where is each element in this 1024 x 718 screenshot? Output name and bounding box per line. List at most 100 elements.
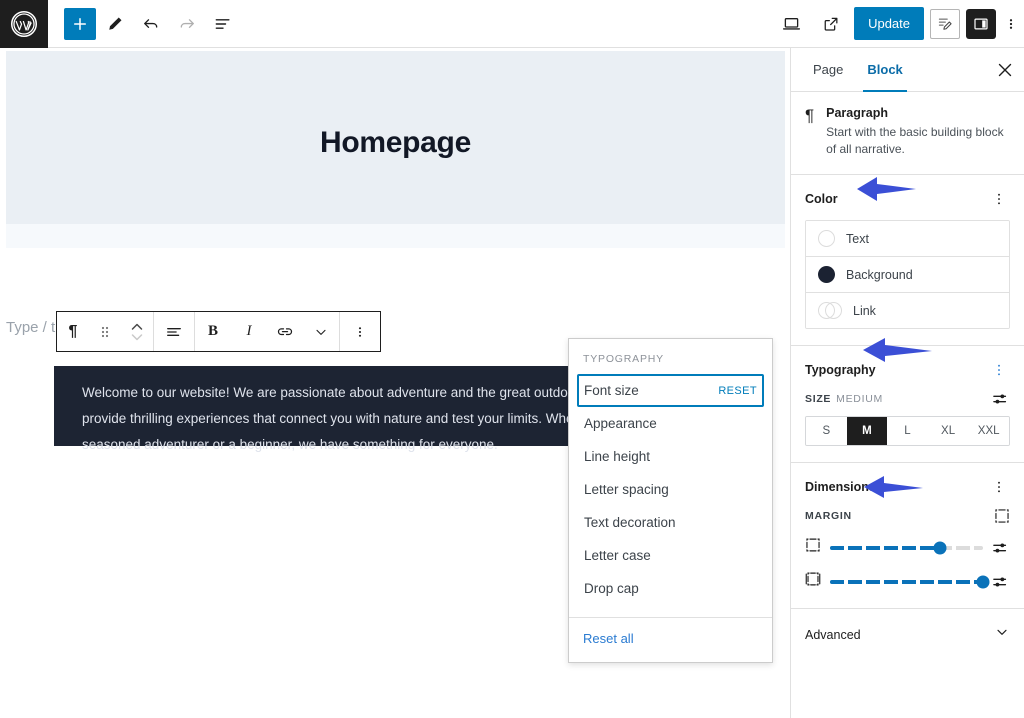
dimensions-panel-options-button[interactable] bbox=[988, 476, 1010, 498]
color-options-list: Text Background Link bbox=[805, 220, 1010, 330]
font-size-option-l[interactable]: L bbox=[887, 417, 928, 446]
color-panel-options-button[interactable] bbox=[988, 188, 1010, 210]
pilcrow-icon: ¶ bbox=[68, 322, 78, 340]
redo-button[interactable] bbox=[170, 7, 204, 41]
advanced-panel-title: Advanced bbox=[805, 627, 861, 642]
popover-item-text-decoration[interactable]: Text decoration bbox=[577, 506, 764, 539]
popover-item-label: Line height bbox=[584, 449, 651, 464]
font-size-option-xxl[interactable]: XXL bbox=[968, 417, 1009, 446]
margin-bottom-custom-toggle-button[interactable] bbox=[992, 574, 1010, 590]
margin-vertical-icon bbox=[805, 537, 821, 558]
close-icon[interactable] bbox=[990, 55, 1020, 85]
color-panel: Color Text Background Link bbox=[791, 175, 1024, 347]
tab-page[interactable]: Page bbox=[801, 48, 855, 92]
margin-sub-header: MARGIN bbox=[805, 508, 1010, 524]
drag-dots-icon bbox=[101, 326, 109, 337]
block-name-label: Paragraph bbox=[826, 106, 888, 120]
margin-top-slider-row bbox=[805, 537, 1010, 558]
wordpress-logo-icon[interactable] bbox=[0, 0, 48, 48]
sidebar-tabs: Page Block bbox=[791, 48, 1024, 92]
block-info-card: ¶ Paragraph Start with the basic buildin… bbox=[791, 92, 1024, 176]
undo-button[interactable] bbox=[134, 7, 168, 41]
color-row-text[interactable]: Text bbox=[806, 221, 1009, 258]
settings-sliders-icon bbox=[993, 577, 1007, 587]
align-text-button[interactable] bbox=[154, 312, 194, 351]
more-rich-text-button[interactable] bbox=[303, 312, 339, 351]
font-size-custom-toggle-button[interactable] bbox=[992, 391, 1010, 407]
pilcrow-icon: ¶ bbox=[805, 106, 815, 125]
hero-section[interactable]: Homepage bbox=[6, 51, 785, 224]
link-color-swatch[interactable] bbox=[818, 302, 842, 320]
add-block-button[interactable] bbox=[64, 7, 96, 40]
popover-item-label: Font size bbox=[584, 383, 639, 398]
vertical-dots-icon bbox=[998, 364, 1000, 376]
font-size-option-s[interactable]: S bbox=[806, 417, 847, 446]
popover-item-label: Letter case bbox=[584, 548, 651, 563]
link-button[interactable] bbox=[267, 312, 303, 351]
font-size-reset-link[interactable]: RESET bbox=[718, 385, 757, 397]
margin-top-custom-toggle-button[interactable] bbox=[992, 540, 1010, 556]
popover-heading: TYPOGRAPHY bbox=[583, 353, 664, 365]
popover-item-letter-spacing[interactable]: Letter spacing bbox=[577, 473, 764, 506]
document-overview-button[interactable] bbox=[206, 7, 240, 41]
drag-handle-button[interactable] bbox=[89, 312, 121, 351]
vertical-dots-icon bbox=[998, 481, 1000, 493]
popover-item-label: Drop cap bbox=[584, 581, 639, 596]
background-color-swatch[interactable] bbox=[818, 266, 835, 284]
popover-item-line-height[interactable]: Line height bbox=[577, 440, 764, 473]
block-toolbar: ¶ B I bbox=[56, 311, 381, 352]
color-row-background[interactable]: Background bbox=[806, 257, 1009, 294]
block-description: Start with the basic building block of a… bbox=[826, 125, 1004, 157]
empty-paragraph-placeholder[interactable]: Type / t bbox=[6, 318, 58, 336]
margin-bottom-slider[interactable] bbox=[830, 575, 990, 589]
dimensions-panel-title: Dimensions bbox=[805, 480, 876, 495]
popover-item-appearance[interactable]: Appearance bbox=[577, 407, 764, 440]
top-bar-left-tools bbox=[48, 7, 240, 41]
move-up-down-button[interactable] bbox=[121, 312, 153, 351]
text-color-swatch[interactable] bbox=[818, 230, 835, 248]
size-label: SIZE bbox=[805, 393, 832, 406]
settings-pencil-square-icon[interactable] bbox=[930, 8, 960, 39]
top-bar-more-options-button[interactable] bbox=[1002, 7, 1020, 41]
italic-button[interactable]: I bbox=[231, 312, 267, 351]
typography-options-popover: TYPOGRAPHY Font size RESET Appearance Li… bbox=[568, 338, 773, 663]
popover-item-drop-cap[interactable]: Drop cap bbox=[577, 572, 764, 605]
settings-sidebar: Page Block ¶ Paragraph Start with the ba… bbox=[790, 48, 1024, 718]
color-row-label: Link bbox=[853, 303, 876, 318]
edit-mode-button[interactable] bbox=[98, 7, 132, 41]
bold-icon: B bbox=[207, 323, 218, 339]
tab-block[interactable]: Block bbox=[855, 48, 914, 92]
sidebar-panel-toggle-button[interactable] bbox=[966, 8, 996, 39]
font-size-segmented-control: S M L XL XXL bbox=[805, 416, 1010, 447]
chevron-down-icon bbox=[316, 329, 326, 335]
font-size-option-m[interactable]: M bbox=[846, 417, 888, 446]
font-size-option-xl[interactable]: XL bbox=[927, 417, 969, 446]
settings-sliders-icon bbox=[993, 394, 1007, 404]
laptop-icon[interactable] bbox=[774, 7, 808, 41]
bold-button[interactable]: B bbox=[195, 312, 231, 351]
popover-item-label: Appearance bbox=[584, 416, 657, 431]
external-link-icon[interactable] bbox=[814, 7, 848, 41]
typography-panel-header: Typography bbox=[805, 359, 1010, 381]
popover-item-letter-case[interactable]: Letter case bbox=[577, 539, 764, 572]
color-panel-title: Color bbox=[805, 192, 838, 207]
block-toolbar-group-block: ¶ bbox=[57, 312, 154, 351]
block-toolbar-group-format: B I bbox=[195, 312, 340, 351]
margin-bottom-slider-row bbox=[805, 571, 1010, 592]
settings-sliders-icon bbox=[993, 543, 1007, 553]
editor-top-bar: Update bbox=[0, 0, 1024, 48]
block-info-text: Paragraph Start with the basic building … bbox=[826, 106, 1010, 158]
block-options-button[interactable] bbox=[340, 312, 380, 351]
chevron-down-icon bbox=[994, 624, 1010, 645]
color-row-link[interactable]: Link bbox=[806, 293, 1009, 329]
typography-panel-options-button[interactable] bbox=[988, 359, 1010, 381]
popover-item-font-size[interactable]: Font size RESET bbox=[577, 374, 764, 407]
chevron-up-down-icon bbox=[131, 323, 143, 340]
dimensions-panel-header: Dimensions bbox=[805, 476, 1010, 498]
advanced-panel-toggle[interactable]: Advanced bbox=[791, 609, 1024, 660]
margin-top-slider[interactable] bbox=[830, 541, 983, 555]
block-type-paragraph-button[interactable]: ¶ bbox=[57, 312, 89, 351]
margin-all-sides-icon[interactable] bbox=[994, 508, 1010, 524]
update-button[interactable]: Update bbox=[854, 7, 924, 40]
reset-all-button[interactable]: Reset all bbox=[583, 631, 634, 646]
